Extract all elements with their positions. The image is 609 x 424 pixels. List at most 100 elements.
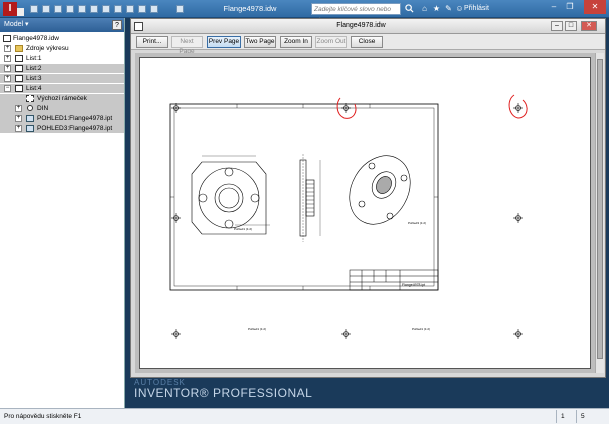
status-help-text: Pro nápovědu stiskněte F1: [4, 413, 82, 420]
expand-icon[interactable]: +: [15, 115, 22, 122]
crosshair-marker: [513, 103, 523, 113]
sheet-inner-border: [173, 107, 435, 287]
tree-item-label: DIN: [37, 105, 49, 112]
expand-icon[interactable]: +: [4, 55, 11, 62]
tree-item-label: Výchozí rámeček: [37, 95, 87, 102]
drawing-sheet-graphic: Pohled1 (1:2) Pohled3 (1:2) Pohled1 (1:2…: [169, 94, 528, 339]
view-label-front: Pohled1 (1:2): [234, 227, 252, 231]
sheet-icon: [15, 55, 23, 62]
tree-item-sheet-4[interactable]: − List:4: [0, 84, 124, 93]
print-button[interactable]: Print...: [136, 36, 168, 48]
crosshair-marker: [171, 213, 181, 223]
next-page-button[interactable]: Next Page: [171, 36, 203, 55]
app-title-bar: I Flange4978.idw Zadejte klíčové slovo n…: [0, 0, 609, 24]
tree-item-label: Zdroje výkresu: [26, 45, 69, 52]
crosshair-marker: [171, 329, 181, 339]
expand-icon[interactable]: +: [15, 105, 22, 112]
preview-scrollbar[interactable]: [595, 53, 604, 373]
app-title: Flange4978.idw: [223, 4, 277, 13]
measure-icon[interactable]: [126, 5, 134, 13]
pro-badge-icon: [17, 8, 24, 16]
expand-icon[interactable]: +: [4, 45, 11, 52]
zoom-in-button[interactable]: Zoom In: [280, 36, 312, 48]
close-button[interactable]: ✕: [584, 0, 606, 14]
tree-item-label: POHLED1:Flange4978.ipt: [37, 115, 113, 122]
tree-item-title-block[interactable]: + DIN: [0, 104, 124, 113]
tree-item-label: List:1: [26, 55, 42, 62]
crosshair-markers: [171, 103, 523, 339]
collapse-icon[interactable]: −: [4, 85, 11, 92]
tree-item-resources[interactable]: + Zdroje výkresu: [0, 44, 124, 53]
update-icon[interactable]: [114, 5, 122, 13]
tree-item-view-1[interactable]: + POHLED1:Flange4978.ipt: [0, 114, 124, 123]
red-annotation-circles: [336, 94, 528, 119]
brand-watermark: INVENTOR® PROFESSIONAL: [134, 386, 313, 400]
folder-icon: [15, 45, 23, 52]
qa-dropdown-icon[interactable]: [176, 5, 184, 13]
sheet-label-left: Pohled1 (1:2): [248, 327, 266, 331]
preview-canvas[interactable]: Pohled1 (1:2) Pohled3 (1:2) Pohled1 (1:2…: [135, 53, 595, 373]
title-block: [349, 269, 439, 291]
undo-icon[interactable]: [66, 5, 74, 13]
browser-help-button[interactable]: ?: [112, 20, 122, 30]
favorites-icon[interactable]: ★: [432, 4, 441, 14]
title-block-icon: [27, 105, 33, 111]
tree-item-label: List:4: [26, 85, 42, 92]
preview-maximize-button[interactable]: □: [565, 21, 577, 31]
preview-title: Flange4978.idw: [336, 22, 386, 29]
browser-header[interactable]: Model ▾ ?: [0, 18, 124, 32]
sheet-icon: [15, 75, 23, 82]
preview-minimize-button[interactable]: –: [551, 21, 563, 31]
prev-page-button[interactable]: Prev Page: [207, 36, 241, 48]
user-icon[interactable]: ☺: [455, 4, 464, 14]
preview-close-button[interactable]: ✕: [581, 21, 597, 31]
tree-item-view-3[interactable]: + POHLED3:Flange4978.ipt: [0, 124, 124, 133]
tree-item-sheet-3[interactable]: + List:3: [0, 74, 124, 83]
select-icon[interactable]: [102, 5, 110, 13]
two-page-button[interactable]: Two Page: [244, 36, 276, 48]
status-count-1: 1: [556, 410, 576, 423]
maximize-button[interactable]: ❐: [563, 0, 577, 14]
view-icon: [26, 115, 34, 122]
inventor-logo[interactable]: I: [3, 2, 17, 16]
redo-icon[interactable]: [78, 5, 86, 13]
expand-icon[interactable]: +: [15, 125, 22, 132]
minimize-button[interactable]: –: [547, 0, 561, 14]
tree-item-default-border[interactable]: Výchozí rámeček: [0, 94, 124, 103]
view-icon: [26, 125, 34, 132]
search-input[interactable]: Zadejte klíčové slovo nebo výraz: [311, 3, 401, 24]
side-view-flange: [299, 154, 321, 242]
expand-icon[interactable]: +: [4, 65, 11, 72]
preview-toolbar: Print... Next Page Prev Page Two Page Zo…: [131, 34, 605, 55]
appearance-icon[interactable]: [138, 5, 146, 13]
close-preview-button[interactable]: Close: [351, 36, 383, 48]
scrollbar-thumb[interactable]: [597, 59, 603, 359]
drawing-sheet-page: Pohled1 (1:2) Pohled3 (1:2) Pohled1 (1:2…: [139, 57, 591, 369]
search-icon[interactable]: [405, 4, 414, 13]
status-count-2: 5: [576, 410, 606, 423]
expand-icon[interactable]: +: [4, 75, 11, 82]
sheet-icon: [15, 85, 23, 92]
front-view-flange: [191, 155, 270, 235]
help-icon[interactable]: ✎: [444, 4, 453, 14]
crosshair-marker: [341, 329, 351, 339]
crosshair-marker: [341, 103, 351, 113]
crosshair-marker: [171, 103, 181, 113]
zoom-out-button[interactable]: Zoom Out: [315, 36, 347, 48]
tree-item-sheet-2[interactable]: + List:2: [0, 64, 124, 73]
browser-title[interactable]: Model ▾: [4, 21, 29, 28]
tree-item-label: POHLED3:Flange4978.ipt: [37, 125, 113, 132]
customize-icon[interactable]: [150, 5, 158, 13]
tree-item-sheet-1[interactable]: + List:1: [0, 54, 124, 63]
save-icon[interactable]: [54, 5, 62, 13]
open-file-icon[interactable]: [42, 5, 50, 13]
home-icon[interactable]: [90, 5, 98, 13]
sign-in-link[interactable]: Přihlásit: [464, 5, 489, 12]
status-bar: Pro nápovědu stiskněte F1 1 5: [0, 408, 609, 424]
communication-center-icon[interactable]: ⌂: [420, 4, 429, 14]
new-file-icon[interactable]: [30, 5, 38, 13]
sheet-icon: [15, 65, 23, 72]
crosshair-marker: [513, 329, 523, 339]
frame-icon: [26, 95, 34, 102]
tree-item-drawing[interactable]: Flange4978.idw: [0, 34, 124, 43]
